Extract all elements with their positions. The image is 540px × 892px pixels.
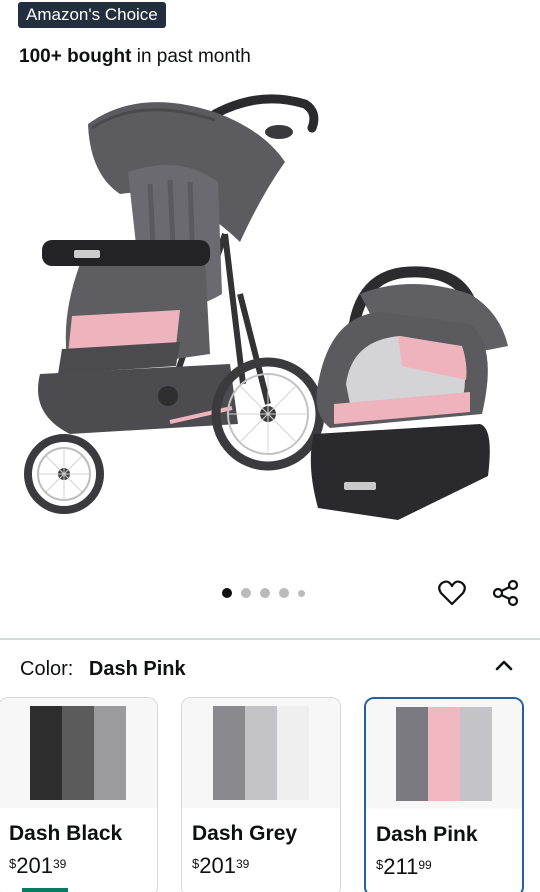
color-option-dash-pink[interactable]: Dash Pink $21199 [364,697,524,892]
swatch-stripe [428,707,460,801]
heart-icon[interactable] [436,577,468,609]
swatch-stripe [30,706,62,800]
color-option-dash-grey[interactable]: Dash Grey $20139 [181,697,341,892]
price-fraction: 99 [418,858,432,872]
deal-indicator-bar [22,888,68,892]
color-option-dash-black[interactable]: Dash Black $20139 [0,697,158,892]
color-thumbnail [0,698,157,808]
color-option-price: $20139 [192,853,249,879]
swatch-stripe [460,707,492,801]
selected-color: Dash Pink [88,658,186,680]
price-whole: 201 [199,853,236,878]
price-currency: $ [376,857,384,872]
price-fraction: 39 [235,857,250,871]
swatch-stripe [396,707,428,801]
color-thumbnail [182,698,340,808]
color-label: Color: [20,658,74,680]
infant-car-seat [310,266,508,520]
jogging-stroller [24,94,325,514]
color-option-name: Dash Pink [376,823,478,846]
swatch-stripe [62,706,94,800]
product-image[interactable] [0,84,540,584]
price-fraction: 39 [52,857,67,871]
color-option-price: $21199 [376,854,432,880]
price-currency: $ [9,856,17,871]
carousel-dot-1[interactable] [222,588,232,598]
color-option-name: Dash Grey [192,822,298,845]
carousel-dot-4[interactable] [279,588,289,598]
image-carousel-indicator[interactable] [222,586,305,600]
share-icon[interactable] [490,577,522,609]
color-thumbnail [366,699,522,809]
bought-count: 100+ bought [19,46,132,67]
swatch-stripe [277,706,309,800]
swatch-stripe [213,706,245,800]
section-divider [0,638,540,640]
bought-period: in past month [136,46,251,67]
color-selector-header: Color: Dash Pink [20,658,186,681]
price-currency: $ [192,856,200,871]
color-option-name: Dash Black [9,822,123,845]
price-whole: 211 [383,854,419,879]
price-whole: 201 [16,853,53,878]
color-option-price: $20139 [9,853,66,879]
carousel-dot-5[interactable] [298,589,305,597]
bought-in-past-month: 100+ bought in past month [19,46,251,68]
amazons-choice-badge: Amazon's Choice [18,2,166,28]
swatch-stripe [245,706,277,800]
swatch-stripe [94,706,126,800]
chevron-up-icon[interactable] [490,652,518,680]
carousel-dot-2[interactable] [241,588,251,598]
carousel-dot-3[interactable] [260,588,270,598]
